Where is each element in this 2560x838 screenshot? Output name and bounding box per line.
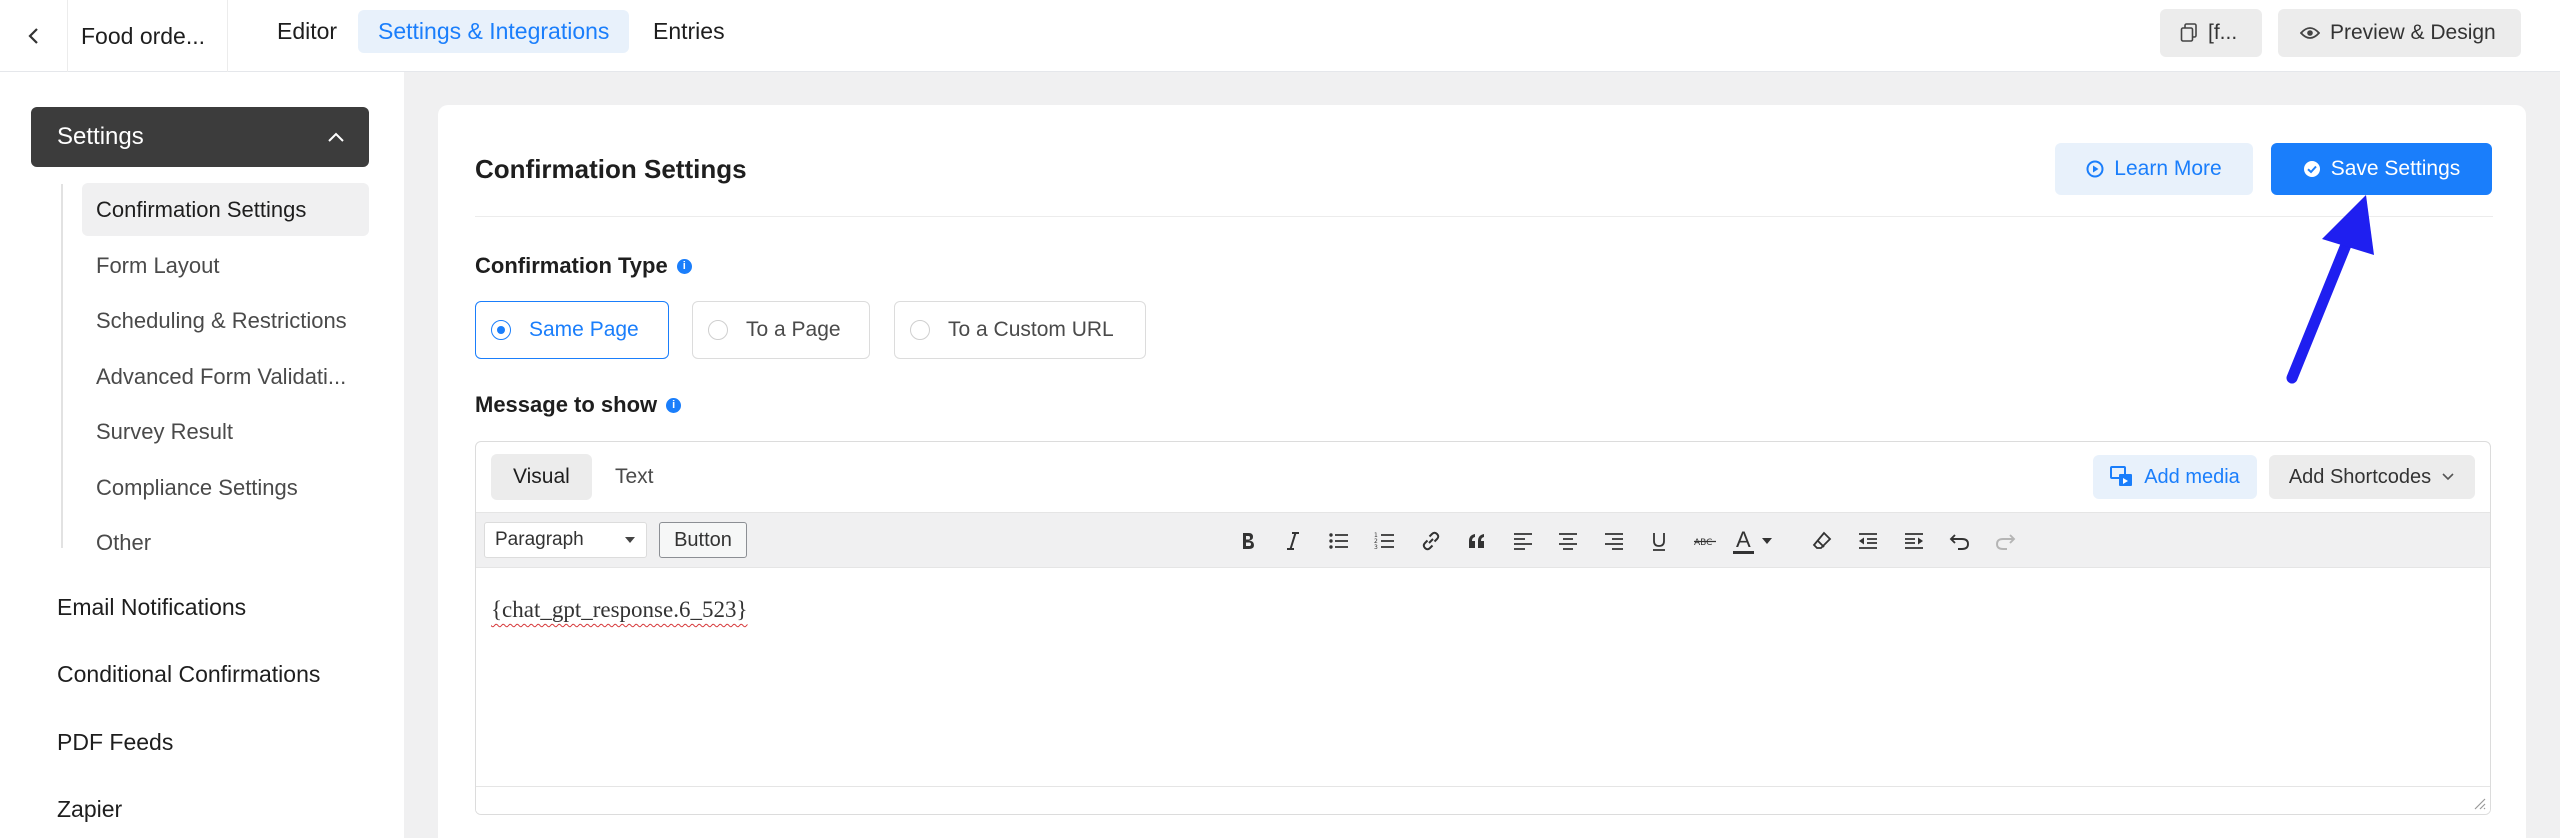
confirmation-type-label: Confirmation Type i	[475, 253, 692, 279]
numbered-list-icon[interactable]: 123	[1369, 525, 1401, 557]
sidebar-item-advanced-validation[interactable]: Advanced Form Validati...	[82, 350, 369, 403]
editor-tab-visual[interactable]: Visual	[491, 454, 592, 500]
undo-icon[interactable]	[1944, 525, 1976, 557]
radio-dot	[708, 320, 728, 340]
tab-entries[interactable]: Entries	[633, 10, 745, 53]
align-center-icon[interactable]	[1552, 525, 1584, 557]
radio-custom-url[interactable]: To a Custom URL	[894, 301, 1146, 359]
add-media-button[interactable]: Add media	[2093, 455, 2257, 499]
caret-down-icon	[1761, 538, 1772, 544]
annotation-arrow-icon	[2286, 195, 2374, 384]
editor-statusbar	[476, 786, 2490, 814]
underline-icon[interactable]	[1643, 525, 1675, 557]
sidebar-item-pdf-feeds[interactable]: PDF Feeds	[57, 729, 173, 756]
strikethrough-icon[interactable]: ABC	[1689, 525, 1721, 557]
sidebar-item-confirmation-settings[interactable]: Confirmation Settings	[82, 183, 369, 236]
tab-editor[interactable]: Editor	[257, 10, 357, 53]
sidebar-item-compliance[interactable]: Compliance Settings	[82, 461, 369, 514]
outdent-icon[interactable]	[1852, 525, 1884, 557]
check-circle-icon	[2303, 161, 2320, 177]
sidebar-item-other[interactable]: Other	[82, 516, 369, 569]
back-button[interactable]	[0, 0, 68, 72]
blockquote-icon[interactable]	[1461, 525, 1493, 557]
shortcode-copy-button[interactable]: [f...	[2160, 9, 2262, 57]
text-color-icon: A	[1733, 528, 1754, 554]
svg-text:ABC: ABC	[1694, 538, 1712, 548]
add-shortcodes-dropdown[interactable]: Add Shortcodes	[2269, 455, 2475, 499]
radio-dot	[491, 320, 511, 340]
sidebar-item-email-notifications[interactable]: Email Notifications	[57, 594, 246, 621]
link-icon[interactable]	[1415, 525, 1447, 557]
redo-icon[interactable]	[1989, 525, 2021, 557]
indent-icon[interactable]	[1898, 525, 1930, 557]
bold-icon[interactable]	[1232, 525, 1264, 557]
info-icon[interactable]: i	[676, 258, 692, 274]
format-select[interactable]: Paragraph	[484, 522, 647, 558]
align-left-icon[interactable]	[1507, 525, 1539, 557]
radio-dot	[910, 320, 930, 340]
sidebar-item-form-layout[interactable]: Form Layout	[82, 239, 369, 292]
chevron-down-icon	[2442, 473, 2454, 481]
insert-button-button[interactable]: Button	[659, 522, 747, 558]
clear-formatting-icon[interactable]	[1806, 525, 1838, 557]
chevron-up-icon	[328, 132, 344, 142]
shortcode-label: [f...	[2208, 21, 2238, 44]
info-icon[interactable]: i	[666, 397, 682, 413]
caret-down-icon	[625, 537, 635, 543]
tree-line	[61, 184, 63, 548]
media-icon	[2110, 466, 2133, 486]
sidebar-item-zapier[interactable]: Zapier	[57, 796, 122, 823]
align-right-icon[interactable]	[1598, 525, 1630, 557]
preview-design-button[interactable]: Preview & Design	[2278, 9, 2521, 57]
editor-header: Visual Text Add media Add Shortcodes	[476, 442, 2490, 512]
page-title: Confirmation Settings	[475, 154, 747, 184]
confirmation-settings-card: Confirmation Settings Learn More Save Se…	[438, 105, 2526, 838]
editor-content-area[interactable]: {chat_gpt_response.6_523}	[476, 568, 2490, 814]
form-name: Food orde...	[68, 0, 228, 72]
eye-icon	[2300, 27, 2320, 39]
text-color-picker[interactable]: A	[1733, 525, 1785, 557]
sidebar-item-conditional-confirmations[interactable]: Conditional Confirmations	[57, 661, 320, 688]
copy-icon	[2180, 23, 2197, 42]
editor-content: {chat_gpt_response.6_523}	[491, 597, 748, 622]
tab-settings-integrations[interactable]: Settings & Integrations	[358, 10, 630, 53]
bullet-list-icon[interactable]	[1323, 525, 1355, 557]
chevron-left-icon	[27, 28, 38, 44]
learn-more-button[interactable]: Learn More	[2055, 143, 2253, 195]
top-bar: Food orde... Editor Settings & Integrati…	[0, 0, 2560, 72]
sidebar-item-survey-result[interactable]: Survey Result	[82, 405, 369, 458]
radio-to-a-page[interactable]: To a Page	[692, 301, 870, 359]
svg-text:3: 3	[1374, 544, 1378, 551]
play-circle-icon	[2086, 160, 2104, 178]
editor-toolbar: Paragraph Button 123 ABC A	[476, 512, 2490, 568]
save-settings-button[interactable]: Save Settings	[2271, 143, 2492, 195]
editor-tab-text[interactable]: Text	[593, 454, 676, 500]
settings-sidebar: Settings Confirmation Settings Form Layo…	[0, 72, 404, 838]
sidebar-section-title: Settings	[57, 123, 144, 150]
preview-label: Preview & Design	[2330, 21, 2496, 44]
header-divider	[475, 216, 2493, 217]
message-label: Message to show i	[475, 392, 682, 418]
message-editor: Visual Text Add media Add Shortcodes Par…	[475, 441, 2491, 815]
radio-same-page[interactable]: Same Page	[475, 301, 669, 359]
resize-handle-icon[interactable]	[2472, 796, 2486, 810]
italic-icon[interactable]	[1277, 525, 1309, 557]
sidebar-section-settings[interactable]: Settings	[31, 107, 369, 167]
sidebar-item-scheduling[interactable]: Scheduling & Restrictions	[82, 294, 369, 347]
